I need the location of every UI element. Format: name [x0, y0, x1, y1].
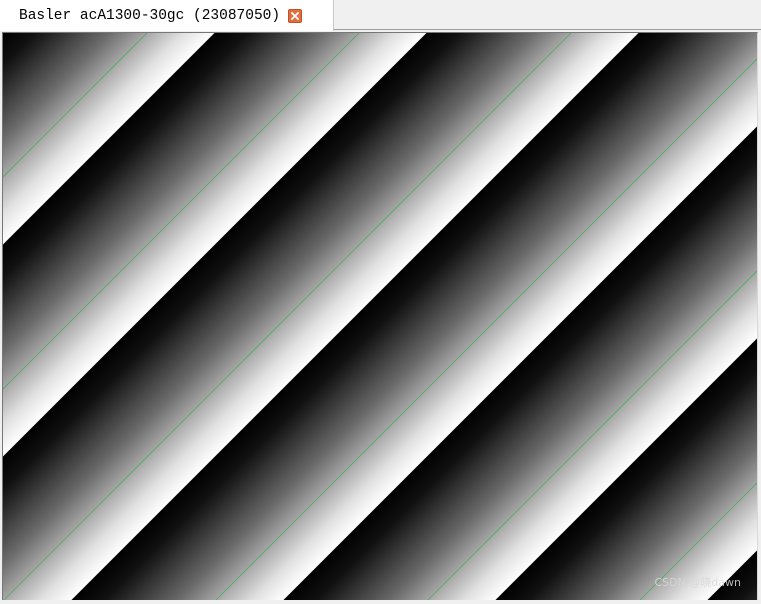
test-pattern-image — [3, 33, 757, 600]
watermark: CSDN @晓dawn — [654, 576, 741, 589]
camera-viewer-window: Basler acA1300-30gc (23087050) CSDN @晓da… — [0, 0, 761, 604]
window-bottom-edge — [0, 600, 761, 604]
camera-image-view[interactable]: CSDN @晓dawn — [2, 32, 758, 600]
tab-bar: Basler acA1300-30gc (23087050) — [0, 0, 761, 31]
gradient-stripes — [3, 33, 757, 600]
camera-tab[interactable]: Basler acA1300-30gc (23087050) — [0, 0, 334, 31]
close-icon[interactable] — [288, 8, 303, 23]
tab-title: Basler acA1300-30gc (23087050) — [19, 7, 281, 24]
